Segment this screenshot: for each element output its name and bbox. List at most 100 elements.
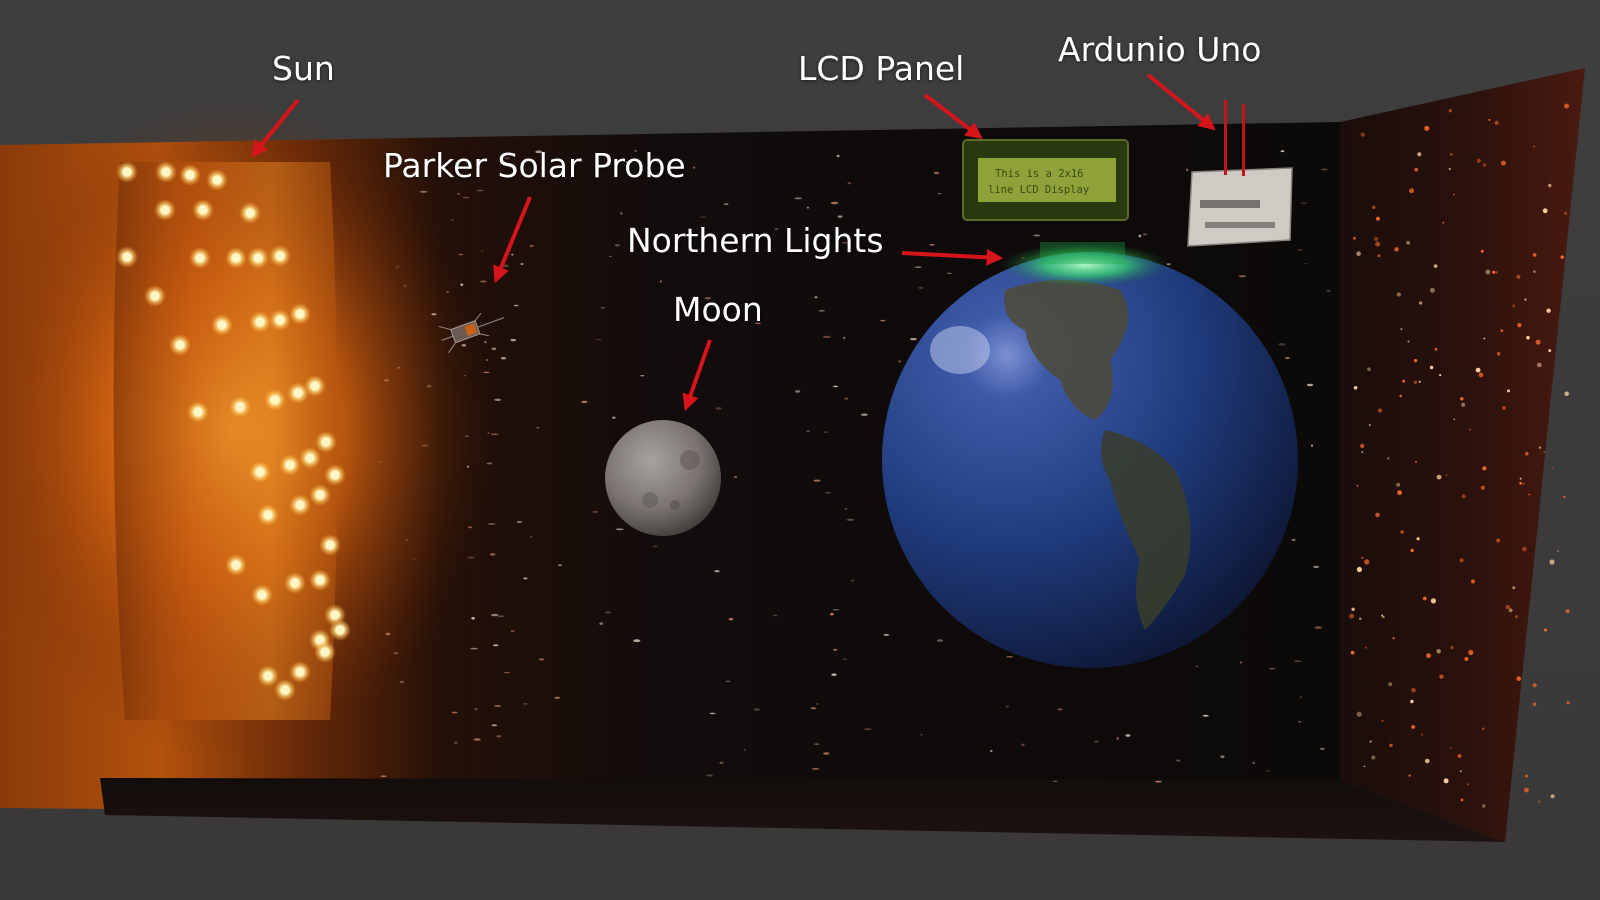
led-light bbox=[315, 575, 325, 585]
star bbox=[709, 712, 716, 715]
led-light bbox=[315, 490, 325, 500]
star bbox=[1464, 657, 1469, 661]
star bbox=[1033, 234, 1041, 237]
led-light bbox=[270, 395, 280, 405]
star bbox=[1542, 208, 1548, 214]
star bbox=[723, 203, 729, 205]
star bbox=[1469, 428, 1472, 431]
northern-lights-label: Northern Lights bbox=[627, 221, 884, 260]
star bbox=[880, 319, 886, 322]
star bbox=[1416, 537, 1420, 541]
star bbox=[1408, 774, 1411, 777]
led-light bbox=[195, 253, 205, 263]
led-light bbox=[285, 460, 295, 470]
star bbox=[1138, 234, 1142, 238]
star bbox=[1375, 512, 1380, 518]
star bbox=[830, 612, 834, 616]
star bbox=[692, 166, 696, 169]
star bbox=[1442, 221, 1445, 224]
star bbox=[1496, 351, 1501, 356]
star bbox=[990, 749, 993, 753]
star bbox=[1439, 674, 1444, 679]
led-light bbox=[275, 251, 285, 261]
star bbox=[1508, 608, 1513, 613]
star bbox=[1500, 329, 1504, 333]
lcd-panel-label: LCD Panel bbox=[798, 49, 965, 88]
star bbox=[1387, 457, 1390, 460]
star bbox=[1350, 650, 1355, 655]
star bbox=[1372, 205, 1376, 209]
star bbox=[1467, 783, 1469, 786]
star bbox=[1564, 211, 1568, 215]
star bbox=[910, 337, 917, 341]
led-light bbox=[122, 252, 132, 262]
led-light bbox=[263, 671, 273, 681]
star bbox=[1411, 687, 1416, 693]
star bbox=[1517, 323, 1522, 328]
star bbox=[1436, 649, 1441, 654]
star bbox=[1052, 780, 1058, 782]
star bbox=[847, 182, 852, 185]
star bbox=[1483, 337, 1486, 340]
star bbox=[1429, 287, 1435, 293]
star bbox=[592, 511, 599, 513]
star bbox=[850, 579, 855, 582]
star bbox=[1457, 754, 1462, 758]
star bbox=[1266, 770, 1271, 772]
solar-system-diorama: This is a 2x16 line LCD Display bbox=[0, 0, 1600, 900]
star bbox=[1524, 787, 1529, 793]
star bbox=[814, 296, 818, 299]
star bbox=[1461, 494, 1466, 499]
parker-solar-probe-label: Parker Solar Probe bbox=[383, 146, 686, 185]
star bbox=[1304, 263, 1308, 265]
star bbox=[1532, 253, 1537, 257]
star bbox=[450, 219, 454, 221]
star bbox=[1514, 615, 1518, 619]
star bbox=[1482, 466, 1487, 471]
star bbox=[1424, 125, 1430, 131]
star bbox=[1507, 389, 1510, 393]
star bbox=[1450, 747, 1452, 749]
star bbox=[1535, 339, 1541, 345]
star bbox=[1563, 495, 1566, 499]
star bbox=[1439, 374, 1442, 377]
lcd-panel-icon: This is a 2x16 line LCD Display bbox=[962, 139, 1129, 221]
star bbox=[824, 492, 831, 494]
star bbox=[937, 192, 942, 195]
star bbox=[1417, 152, 1422, 157]
star bbox=[1425, 758, 1430, 764]
star bbox=[1410, 699, 1414, 704]
star bbox=[484, 341, 487, 344]
led-light bbox=[305, 453, 315, 463]
star bbox=[1195, 665, 1199, 667]
led-light bbox=[235, 402, 245, 412]
led-light bbox=[295, 309, 305, 319]
star bbox=[1310, 444, 1314, 448]
star bbox=[554, 696, 560, 699]
star bbox=[491, 613, 499, 617]
sun-label: Sun bbox=[272, 49, 335, 88]
star bbox=[497, 615, 505, 617]
star bbox=[1353, 386, 1358, 390]
star bbox=[806, 206, 810, 209]
moon-icon bbox=[605, 420, 721, 536]
star bbox=[485, 359, 489, 361]
star bbox=[1549, 559, 1555, 565]
lcd-line-2: line LCD Display bbox=[988, 184, 1089, 196]
led-light bbox=[295, 500, 305, 510]
star bbox=[490, 433, 499, 436]
star bbox=[491, 724, 498, 727]
star bbox=[1375, 241, 1381, 247]
star bbox=[1546, 308, 1551, 313]
star bbox=[1445, 474, 1448, 477]
led-light bbox=[293, 388, 303, 398]
star bbox=[861, 413, 868, 416]
star bbox=[1293, 660, 1302, 662]
led-light bbox=[280, 685, 290, 695]
star bbox=[844, 397, 849, 400]
star bbox=[1415, 461, 1417, 463]
star bbox=[1319, 747, 1325, 751]
star bbox=[600, 306, 606, 309]
star bbox=[1396, 482, 1401, 487]
star bbox=[1420, 733, 1423, 736]
